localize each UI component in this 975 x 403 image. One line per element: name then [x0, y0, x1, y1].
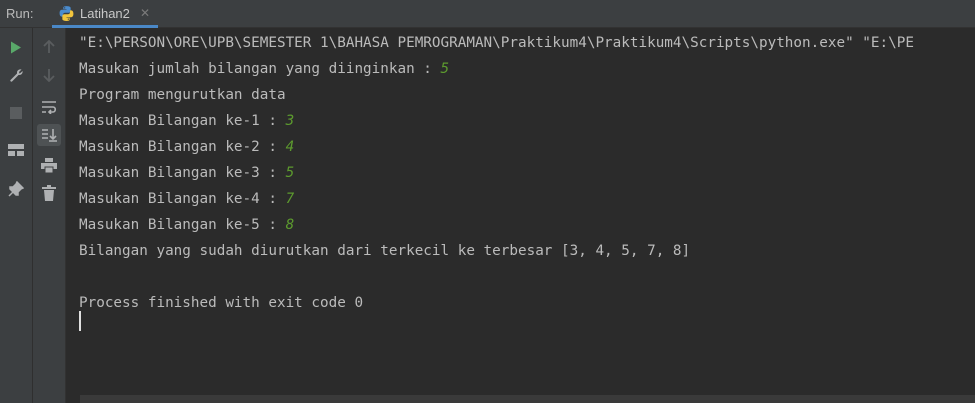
user-input-value: 5 [285, 165, 295, 181]
command-line: "E:\PERSON\ORE\UPB\SEMESTER 1\BAHASA PEM… [79, 35, 914, 51]
console-line-prompt: Masukan Bilangan ke-1 : 3 [79, 111, 294, 131]
console-line-count-prompt: Masukan jumlah bilangan yang diinginkan … [79, 59, 449, 79]
tab-title: Latihan2 [80, 6, 130, 21]
print-icon[interactable] [37, 154, 61, 176]
scroll-down-icon[interactable] [37, 64, 61, 86]
run-tool-window-header: Run: Latihan2 ✕ [0, 0, 975, 28]
console-line-prompt: Masukan Bilangan ke-2 : 4 [79, 137, 294, 157]
prompt-text: Masukan Bilangan ke-2 : [79, 139, 286, 155]
wrench-icon[interactable] [4, 64, 28, 86]
stop-icon[interactable] [4, 102, 28, 124]
console-line-exit: Process finished with exit code 0 [79, 295, 364, 311]
prompt-text: Masukan Bilangan ke-5 : [79, 217, 286, 233]
console-line-prompt: Masukan Bilangan ke-4 : 7 [79, 189, 294, 209]
run-label: Run: [6, 6, 34, 21]
console-line-result: Bilangan yang sudah diurutkan dari terke… [79, 243, 691, 259]
console-line-prompt: Masukan Bilangan ke-5 : 8 [79, 215, 294, 235]
tab-latihan2[interactable]: Latihan2 ✕ [52, 0, 158, 28]
python-icon [59, 6, 74, 21]
user-input-value: 3 [285, 113, 295, 129]
horizontal-scrollbar[interactable] [80, 395, 975, 403]
user-input-value: 7 [285, 191, 295, 207]
layout-icon[interactable] [4, 140, 28, 162]
user-input-value: 5 [440, 61, 450, 77]
console-line-prompt: Masukan Bilangan ke-3 : 5 [79, 163, 294, 183]
trash-icon[interactable] [37, 182, 61, 204]
prompt-text: Masukan Bilangan ke-1 : [79, 113, 286, 129]
prompt-text: Masukan jumlah bilangan yang diinginkan … [79, 61, 441, 77]
close-icon[interactable]: ✕ [140, 6, 150, 20]
scroll-to-end-icon[interactable] [37, 124, 61, 146]
console-line-title: Program mengurutkan data [79, 87, 286, 103]
run-toolbar-secondary [33, 28, 66, 403]
rerun-icon[interactable] [4, 36, 28, 58]
run-toolbar-primary [0, 28, 33, 403]
scroll-up-icon[interactable] [37, 36, 61, 58]
soft-wrap-icon[interactable] [37, 96, 61, 118]
prompt-text: Masukan Bilangan ke-3 : [79, 165, 286, 181]
console-output[interactable]: "E:\PERSON\ORE\UPB\SEMESTER 1\BAHASA PEM… [67, 28, 975, 395]
pin-icon[interactable] [4, 178, 28, 200]
user-input-value: 8 [285, 217, 295, 233]
user-input-value: 4 [285, 139, 295, 155]
text-caret [79, 311, 81, 331]
prompt-text: Masukan Bilangan ke-4 : [79, 191, 286, 207]
